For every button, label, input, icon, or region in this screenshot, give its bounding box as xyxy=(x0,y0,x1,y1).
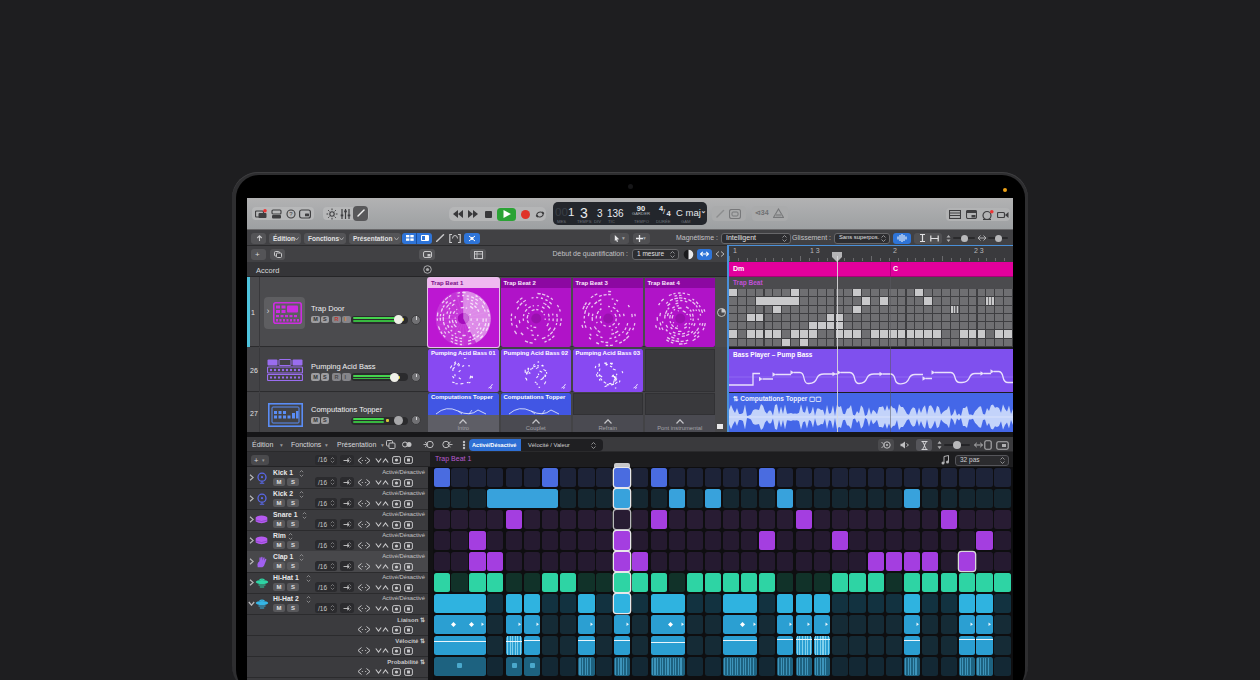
svg-text:?: ? xyxy=(289,211,293,217)
